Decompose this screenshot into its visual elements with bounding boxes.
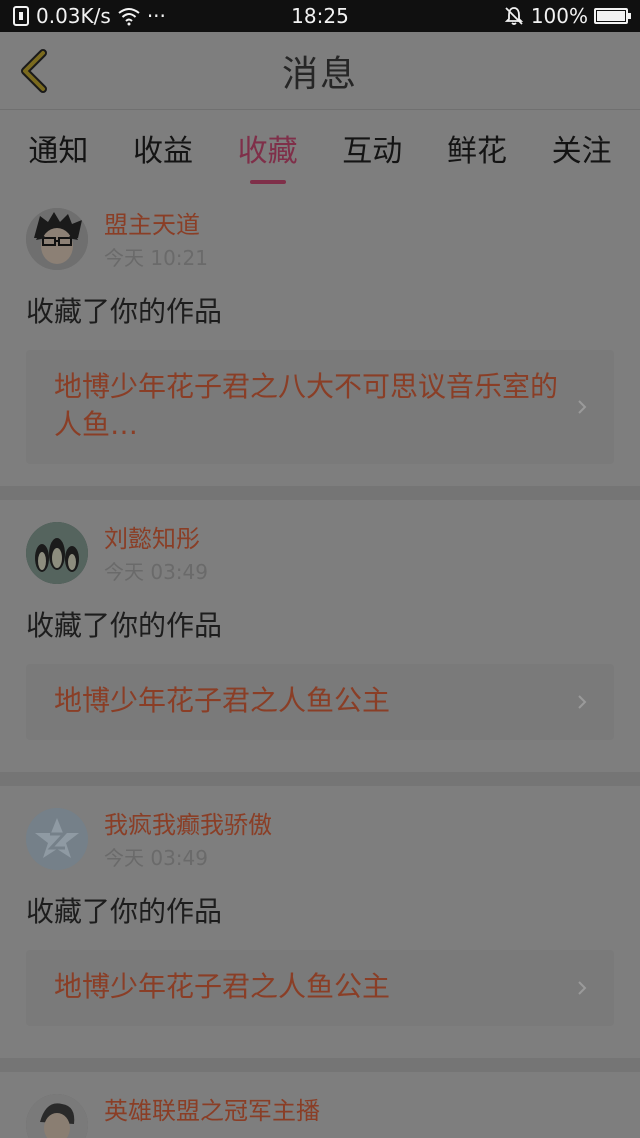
wifi-icon [118,8,140,26]
page-title: 消息 [281,53,358,95]
divider [0,486,640,500]
work-link[interactable]: 地博少年花子君之人鱼公主 [26,950,614,1026]
avatar-penguins [26,522,88,584]
list-item: 英雄联盟之冠军主播 [0,1072,640,1138]
avatar[interactable] [26,808,88,870]
status-left: 0.03K/s ··· [12,4,166,28]
user-meta: 刘懿知彤 今天 03:49 [104,522,208,588]
chevron-left-icon [21,49,47,93]
tab-label: 互动 [342,134,403,169]
tab-flowers[interactable]: 鲜花 [442,126,512,184]
back-button[interactable] [14,48,54,94]
timestamp: 今天 03:49 [104,560,208,584]
status-bar: 0.03K/s ··· 18:25 100% [0,0,640,32]
active-tab-indicator [249,180,286,184]
network-speed: 0.03K/s [36,4,111,28]
user-row: 盟主天道 今天 10:21 [26,186,614,274]
battery-level: 100% [530,4,588,28]
tab-favorites[interactable]: 收藏 [233,126,303,184]
avatar[interactable] [26,208,88,270]
default-avatar-icon [26,808,88,870]
timestamp: 今天 03:49 [104,846,208,870]
user-row: 刘懿知彤 今天 03:49 [26,500,614,588]
user-name[interactable]: 刘懿知彤 [104,522,208,556]
list-item: 刘懿知彤 今天 03:49 收藏了你的作品 地博少年花子君之人鱼公主 [0,500,640,772]
tab-interaction[interactable]: 互动 [337,126,407,184]
user-name[interactable]: 英雄联盟之冠军主播 [104,1094,320,1128]
tab-bar: 通知 收益 收藏 互动 鲜花 关注 [0,110,640,186]
divider [0,772,640,786]
chevron-right-icon [578,400,587,414]
work-title: 地博少年花子君之人鱼公主 [54,684,391,717]
user-name[interactable]: 盟主天道 [104,208,208,242]
tab-label: 鲜花 [446,134,507,169]
user-name[interactable]: 我疯我癫我骄傲 [104,808,272,842]
work-link[interactable]: 地博少年花子君之人鱼公主 [26,664,614,740]
chevron-right-icon [578,695,587,709]
avatar-photo [26,1094,88,1138]
action-text: 收藏了你的作品 [26,295,223,328]
tab-notice[interactable]: 通知 [23,126,93,184]
mute-icon [504,7,523,25]
user-meta: 英雄联盟之冠军主播 [104,1094,320,1128]
list-item: 我疯我癫我骄傲 今天 03:49 收藏了你的作品 地博少年花子君之人鱼公主 [0,786,640,1058]
battery-icon [594,8,631,24]
action-text: 收藏了你的作品 [26,895,223,928]
more-dots: ··· [146,4,166,28]
divider [0,1058,640,1072]
work-title: 地博少年花子君之人鱼公主 [54,970,391,1003]
user-meta: 我疯我癫我骄傲 今天 03:49 [104,808,272,874]
header: 消息 [0,32,640,110]
avatar[interactable] [26,1094,88,1138]
tab-follow[interactable]: 关注 [547,126,617,184]
work-title: 地博少年花子君之八大不可思议音乐室的人鱼… [54,370,559,441]
action-text: 收藏了你的作品 [26,609,223,642]
user-row: 我疯我癫我骄傲 今天 03:49 [26,786,614,874]
chevron-right-icon [578,981,587,995]
sim-icon [13,6,29,26]
work-link[interactable]: 地博少年花子君之八大不可思议音乐室的人鱼… [26,350,614,464]
tab-label: 关注 [551,134,612,169]
tab-label: 收藏 [237,134,298,169]
user-row: 英雄联盟之冠军主播 [26,1072,614,1138]
tab-label: 通知 [28,134,89,169]
avatar[interactable] [26,522,88,584]
list-item: 盟主天道 今天 10:21 收藏了你的作品 地博少年花子君之八大不可思议音乐室的… [0,186,640,486]
tab-label: 收益 [132,134,193,169]
timestamp: 今天 10:21 [104,246,208,270]
user-meta: 盟主天道 今天 10:21 [104,208,208,274]
status-right: 100% [503,4,631,28]
tab-earnings[interactable]: 收益 [128,126,198,184]
avatar-anime-boy [26,208,88,270]
message-list: 盟主天道 今天 10:21 收藏了你的作品 地博少年花子君之八大不可思议音乐室的… [0,186,640,1138]
